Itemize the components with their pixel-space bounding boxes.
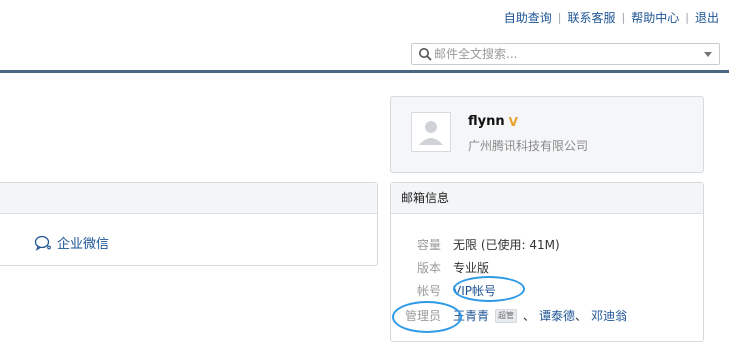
divider: | (557, 11, 562, 24)
mail-search-box[interactable] (411, 43, 720, 65)
admin-label: 管理员 (404, 309, 441, 323)
wecom-icon (34, 235, 51, 251)
left-panel: 企业微信 (0, 182, 378, 266)
admin-row: 管理员 王青青 超管 、 谭泰德 、 邓迪翁 (391, 307, 627, 324)
capacity-row: 容量 无限 (已使用: 41M) (391, 236, 560, 253)
capacity-value: 无限 (已使用: 41M) (453, 238, 560, 252)
account-row: 帐号 VIP帐号 (391, 282, 496, 299)
wecom-link[interactable]: 企业微信 (34, 233, 109, 252)
divider: | (621, 11, 626, 24)
user-name: flynn V (468, 114, 518, 129)
admin-link[interactable]: 邓迪翁 (591, 307, 627, 324)
admin-separator: 、 (575, 309, 588, 323)
header-divider (0, 70, 729, 73)
edition-value: 专业版 (453, 261, 490, 275)
account-label: 帐号 (416, 284, 441, 298)
user-icon (419, 121, 443, 145)
help-center-link[interactable]: 帮助中心 (631, 9, 679, 26)
capacity-label: 容量 (416, 238, 441, 252)
contact-support-link[interactable]: 联系客服 (568, 9, 616, 26)
user-name-text: flynn (468, 114, 505, 129)
avatar[interactable] (411, 112, 451, 152)
wecom-label: 企业微信 (57, 237, 110, 252)
admin-separator: 、 (523, 309, 536, 323)
search-icon (419, 48, 432, 61)
edition-row: 版本 专业版 (391, 259, 489, 276)
edition-label: 版本 (416, 261, 441, 275)
logout-link[interactable]: 退出 (695, 9, 719, 26)
company-name: 广州腾讯科技有限公司 (468, 139, 589, 153)
divider: | (685, 11, 689, 24)
search-input[interactable] (434, 45, 684, 63)
profile-card: flynn V 广州腾讯科技有限公司 (390, 96, 704, 173)
top-links: 自助查询 | 联系客服 | 帮助中心 | 退出 (504, 9, 719, 26)
vip-icon: V (508, 114, 518, 129)
chevron-down-icon[interactable] (704, 52, 712, 57)
self-service-link[interactable]: 自助查询 (504, 9, 552, 26)
mailbox-info-title: 邮箱信息 (391, 183, 703, 214)
admin-link[interactable]: 谭泰德 (539, 307, 575, 324)
mailbox-info-panel: 邮箱信息 容量 无限 (已使用: 41M) 版本 专业版 帐号 VIP帐号 管理… (390, 182, 704, 342)
vip-account-link[interactable]: VIP帐号 (453, 282, 496, 299)
super-admin-badge: 超管 (495, 308, 518, 323)
left-panel-header (0, 183, 377, 214)
admin-link[interactable]: 王青青 (453, 307, 489, 324)
